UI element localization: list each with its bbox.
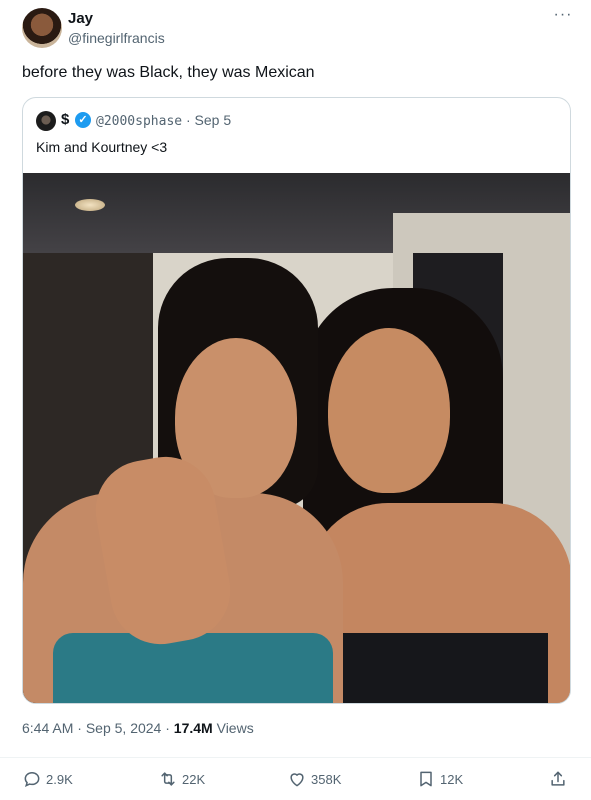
quoted-author-meta: @2000sphase · Sep 5 xyxy=(96,112,231,129)
share-button[interactable] xyxy=(548,768,572,790)
reply-button[interactable]: 2.9K xyxy=(22,768,73,790)
quoted-author-handle: @2000sphase xyxy=(96,114,183,129)
tweet-time[interactable]: 6:44 AM xyxy=(22,720,73,736)
photo-ceiling-light xyxy=(75,199,105,211)
tweet-text: before they was Black, they was Mexican xyxy=(22,64,315,81)
meta-separator: · xyxy=(77,720,82,736)
speech-bubble-icon xyxy=(24,771,40,788)
tweet-meta: 6:44 AM · Sep 5, 2024 · 17.4M Views xyxy=(22,720,254,736)
retweet-arrows-icon xyxy=(161,772,175,786)
quoted-tweet-text: Kim and Kourtney <3 xyxy=(36,139,168,155)
views-label: Views xyxy=(216,720,254,736)
tweet-date[interactable]: Sep 5, 2024 xyxy=(86,720,162,736)
quoted-author-name: $ xyxy=(61,111,70,128)
quoted-author-avatar xyxy=(36,111,56,131)
action-bar: 2.9K 22K 358K 12K xyxy=(0,757,591,797)
bookmark-count: 12K xyxy=(440,771,464,787)
heart-icon xyxy=(290,773,304,787)
quoted-photo[interactable] xyxy=(23,173,570,703)
bookmark-icon xyxy=(420,771,432,787)
like-button[interactable]: 358K xyxy=(287,768,341,790)
reply-count: 2.9K xyxy=(46,771,73,787)
quoted-tweet[interactable]: $ ✓ @2000sphase · Sep 5 Kim and Kourtney… xyxy=(22,97,571,704)
like-count: 358K xyxy=(311,771,342,787)
author-avatar[interactable] xyxy=(22,8,62,48)
meta-separator: · xyxy=(165,720,170,736)
photo-person-left-top xyxy=(53,633,333,703)
verified-badge-icon: ✓ xyxy=(75,112,91,128)
quoted-date: Sep 5 xyxy=(194,112,232,128)
more-options-icon[interactable]: ··· xyxy=(550,6,576,26)
author-handle[interactable]: @finegirlfrancis xyxy=(68,30,165,46)
photo-person-right-top xyxy=(318,633,548,703)
quoted-separator: · xyxy=(185,112,191,128)
bookmark-button[interactable]: 12K xyxy=(416,768,463,790)
tweet: Jay @finegirlfrancis ··· before they was… xyxy=(0,0,591,800)
retweet-count: 22K xyxy=(182,771,206,787)
views-count: 17.4M xyxy=(173,720,213,736)
share-upload-icon xyxy=(551,771,565,786)
retweet-button[interactable]: 22K xyxy=(158,768,205,790)
photo-person-right-face xyxy=(328,328,450,493)
author-name[interactable]: Jay xyxy=(68,10,93,27)
